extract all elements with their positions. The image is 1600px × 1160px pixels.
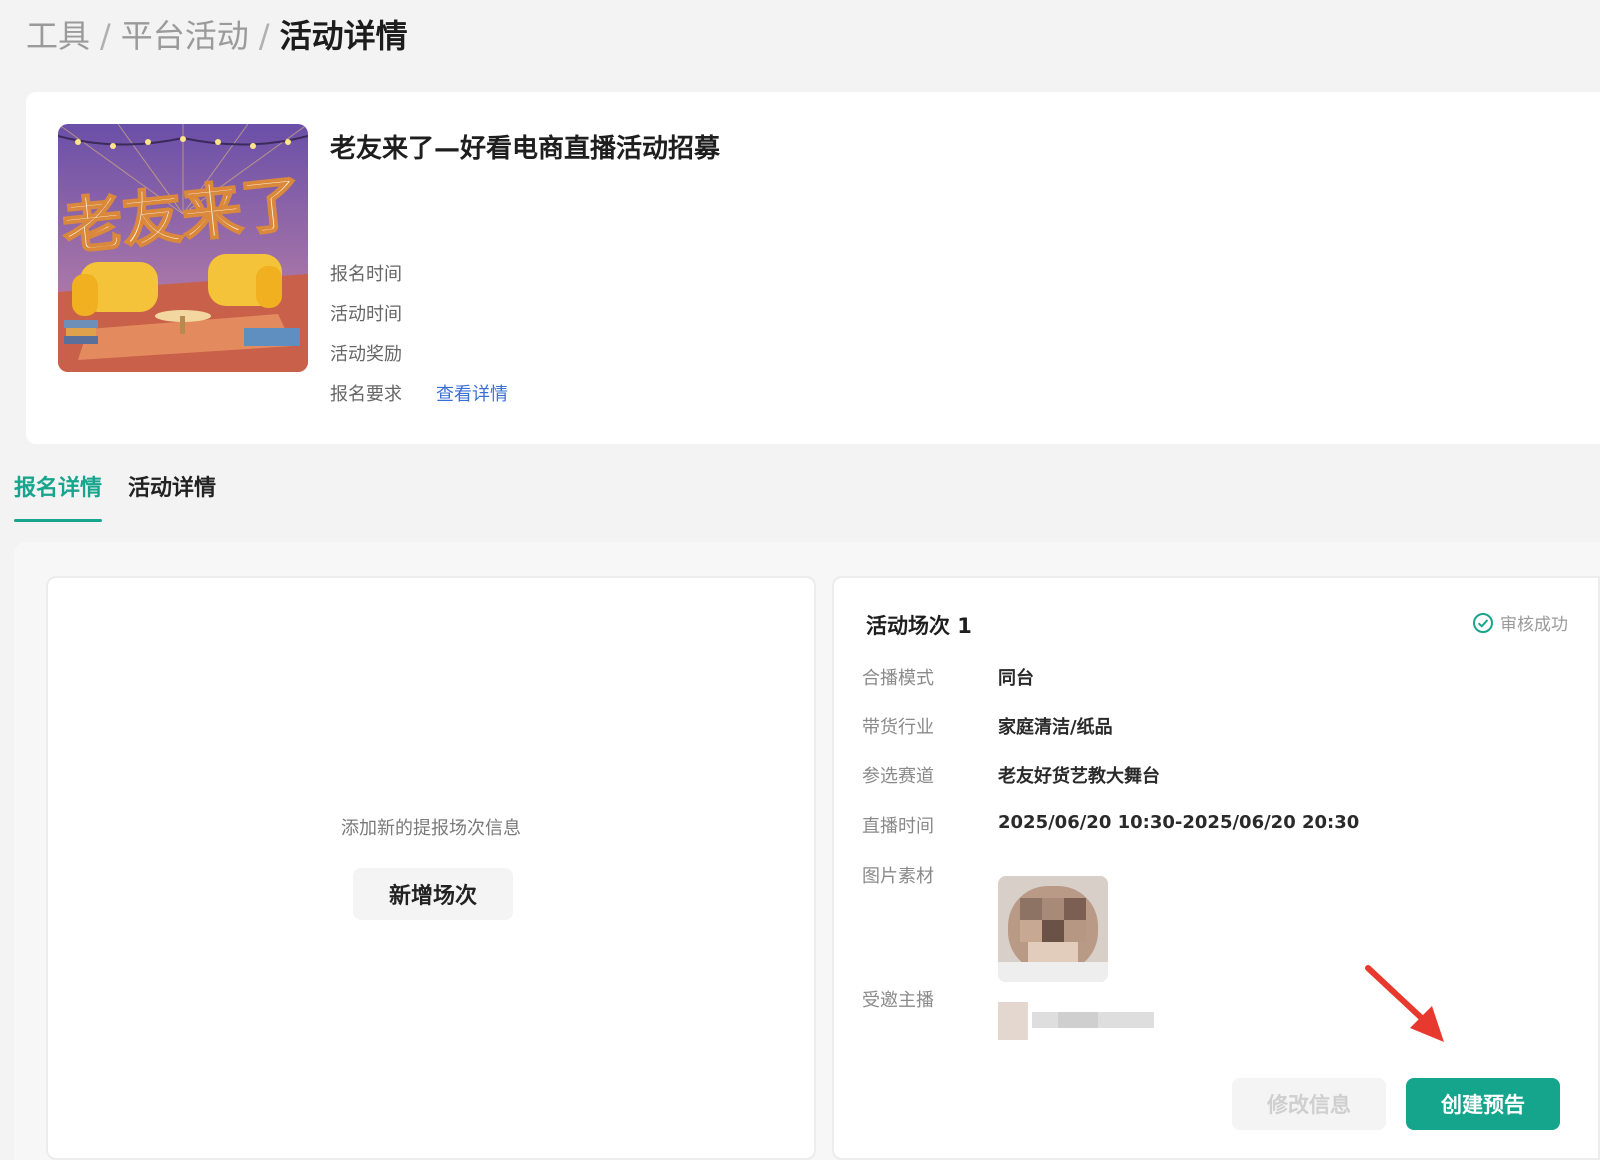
info-label: 报名时间 [330,264,402,285]
view-details-link[interactable]: 查看详情 [436,380,508,406]
breadcrumb-platform-activity[interactable]: 平台活动 [121,14,249,58]
field-label-industry: 带货行业 [862,717,934,738]
field-label-track: 参选赛道 [862,766,934,787]
poster-illustration: 老友来了 [58,124,308,372]
field-label-invited-host: 受邀主播 [862,990,934,1011]
add-session-card: 添加新的提报场次信息 新增场次 [46,576,816,1160]
breadcrumb-separator: / [258,17,270,55]
field-label-image-material: 图片素材 [862,866,934,887]
session-card: 活动场次 1 审核成功 合播模式 同台 带货行业 家庭清洁/纸品 参选赛道 老友… [832,576,1600,1160]
info-row-activity-time: 活动时间 [330,300,402,326]
field-value-track: 老友好货艺教大舞台 [998,766,1160,787]
info-label: 报名要求 [330,384,402,405]
pixelated-photo [998,876,1108,982]
field-label-live-time: 直播时间 [862,816,934,837]
activity-title: 老友来了—好看电商直播活动招募 [330,134,721,164]
breadcrumb: 工具 / 平台活动 / 活动详情 [26,14,408,58]
red-arrow-annotation [1365,965,1444,1042]
add-session-button[interactable]: 新增场次 [353,868,513,920]
activity-info-card: 老友来了 老友来了—好看电商直播活动招募 报名时间 活动时间 活动奖励 报名要求… [26,92,1600,444]
field-value-industry: 家庭清洁/纸品 [998,717,1113,738]
invited-host-blurred [998,1002,1158,1040]
breadcrumb-separator: / [100,17,111,55]
field-value-live-time: 2025/06/20 10:30-2025/06/20 20:30 [998,812,1360,833]
check-circle-icon [1473,612,1493,633]
tab-activity-details[interactable]: 活动详情 [128,470,216,522]
info-row-signup-time: 报名时间 [330,260,402,286]
add-session-hint: 添加新的提报场次信息 [341,818,521,839]
status-badge: 审核成功 [1472,610,1568,635]
info-row-activity-reward: 活动奖励 [330,340,402,366]
tab-signup-details[interactable]: 报名详情 [14,470,103,522]
image-material-thumbnail[interactable] [998,876,1108,982]
tab-bar: 报名详情 活动详情 [14,470,242,522]
info-row-signup-requirement: 报名要求 查看详情 [330,380,508,406]
info-label: 活动奖励 [330,344,402,365]
status-text: 审核成功 [1500,615,1568,635]
edit-info-button[interactable]: 修改信息 [1232,1078,1386,1130]
breadcrumb-tools[interactable]: 工具 [26,14,90,58]
activity-poster: 老友来了 [58,124,308,372]
session-title: 活动场次 1 [866,614,972,638]
field-value-cobroadcast-mode: 同台 [998,668,1034,689]
blurred-host-info [998,1002,1154,1040]
create-preview-button[interactable]: 创建预告 [1406,1078,1560,1130]
field-label-cobroadcast-mode: 合播模式 [862,668,934,689]
breadcrumb-current: 活动详情 [279,17,408,55]
info-label: 活动时间 [330,304,402,325]
